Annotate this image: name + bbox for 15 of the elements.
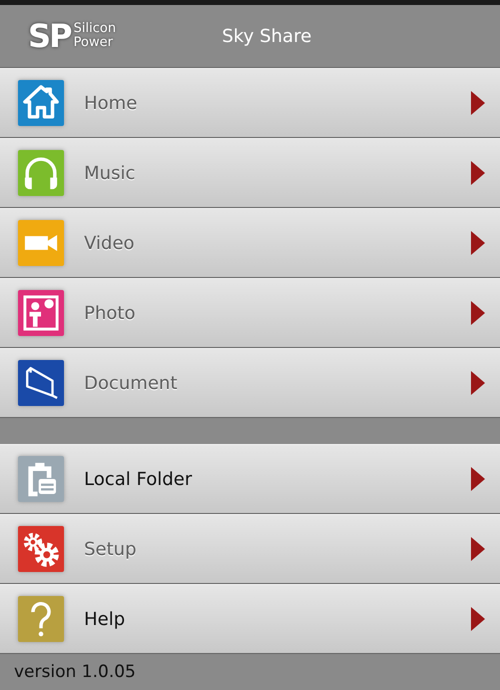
logo-mark: SP bbox=[28, 20, 70, 52]
menu-item[interactable]: Help bbox=[0, 584, 500, 654]
arrow-icon bbox=[470, 370, 486, 396]
arrow-icon bbox=[470, 230, 486, 256]
arrow-icon bbox=[470, 466, 486, 492]
logo-text: Silicon bbox=[74, 22, 116, 36]
menu-item[interactable]: Local Folder bbox=[0, 444, 500, 514]
version-text: version 1.0.05 bbox=[14, 662, 136, 682]
arrow-icon bbox=[470, 160, 486, 186]
arrow-icon bbox=[470, 536, 486, 562]
logo-text: Power bbox=[74, 36, 114, 50]
arrow-icon bbox=[470, 90, 486, 116]
arrow-icon bbox=[470, 300, 486, 326]
app-title: Sky Share bbox=[222, 26, 312, 46]
arrow-icon bbox=[470, 606, 486, 632]
